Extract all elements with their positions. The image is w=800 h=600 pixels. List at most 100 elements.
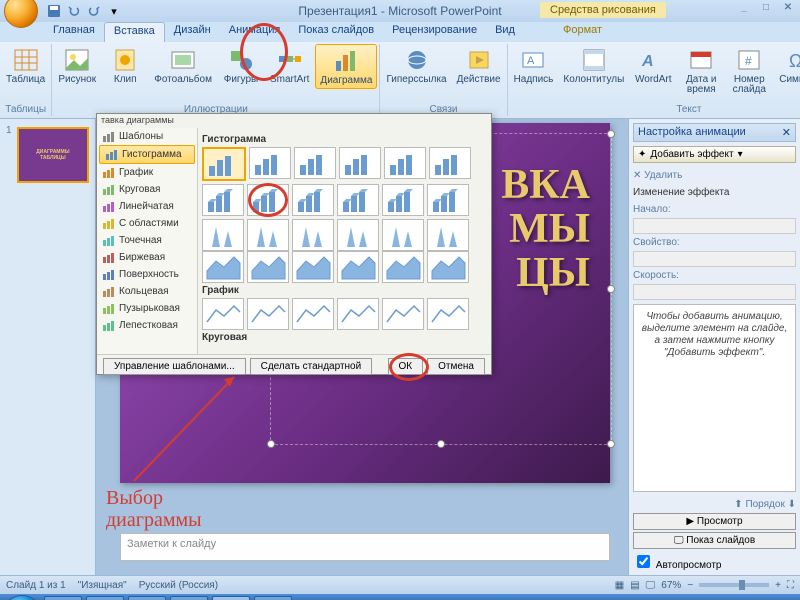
chart-category-item[interactable]: Кольцевая xyxy=(97,283,197,300)
chart-subtype[interactable] xyxy=(247,219,289,251)
chart-subtype[interactable] xyxy=(427,298,469,330)
chart-subtype[interactable] xyxy=(337,219,379,251)
ribbon-таблица[interactable]: Таблица xyxy=(2,44,49,87)
preview-button[interactable]: ▶ Просмотр xyxy=(633,513,796,530)
chart-subtype[interactable] xyxy=(292,184,334,216)
field-property-input[interactable] xyxy=(633,251,796,267)
tab-insert[interactable]: Вставка xyxy=(104,22,165,42)
chart-subtype[interactable] xyxy=(337,298,379,330)
chart-category-item[interactable]: Гистограмма xyxy=(99,145,195,164)
taskbar-firefox[interactable]: 🦊 xyxy=(128,596,166,600)
add-effect-button[interactable]: ✦Добавить эффект ▾ xyxy=(633,146,796,163)
manage-templates-button[interactable]: Управление шаблонами... xyxy=(103,358,246,375)
maximize-button[interactable]: □ xyxy=(758,2,774,16)
chart-category-item[interactable]: Линейчатая xyxy=(97,198,197,215)
taskbar-app1[interactable]: ◉ xyxy=(170,596,208,600)
zoom-slider[interactable] xyxy=(699,583,769,587)
chart-subtype[interactable] xyxy=(202,147,246,181)
chart-subtype[interactable] xyxy=(427,184,469,216)
field-start-input[interactable] xyxy=(633,218,796,234)
view-normal-icon[interactable]: ▦ xyxy=(615,580,624,591)
tab-format[interactable]: Формат xyxy=(554,22,611,42)
chart-category-item[interactable]: Биржевая xyxy=(97,249,197,266)
cancel-button[interactable]: Отмена xyxy=(427,358,485,375)
taskbar-folder[interactable]: 📂 xyxy=(86,596,124,600)
ribbon-надпись[interactable]: AНадпись xyxy=(510,44,558,87)
chart-subtype[interactable] xyxy=(384,147,426,179)
fit-window-icon[interactable]: ⛶ xyxy=(787,580,794,591)
chart-category-item[interactable]: С областями xyxy=(97,215,197,232)
ribbon-дата-и-время[interactable]: Дата ивремя xyxy=(678,44,724,97)
tab-home[interactable]: Главная xyxy=(44,22,104,42)
ribbon-колонтитулы[interactable]: Колонтитулы xyxy=(559,44,628,87)
tab-review[interactable]: Рецензирование xyxy=(383,22,486,42)
chart-category-item[interactable]: График xyxy=(97,164,197,181)
view-slideshow-icon[interactable]: 🖵 xyxy=(646,580,656,591)
pane-close-icon[interactable]: ✕ xyxy=(782,126,791,139)
chart-category-item[interactable]: Лепестковая xyxy=(97,317,197,334)
chart-subtype[interactable] xyxy=(292,298,334,330)
chart-subtype[interactable] xyxy=(247,251,289,283)
taskbar-powerpoint[interactable]: P xyxy=(212,596,250,600)
chart-subtype[interactable] xyxy=(249,147,291,179)
chart-subtype[interactable] xyxy=(382,184,424,216)
chart-category-item[interactable]: Поверхность xyxy=(97,266,197,283)
autopreview-checkbox[interactable]: Автопросмотр xyxy=(633,552,796,571)
chart-subtype[interactable] xyxy=(247,184,289,216)
tab-slideshow[interactable]: Показ слайдов xyxy=(289,22,383,42)
chart-subtype[interactable] xyxy=(202,251,244,283)
chart-subtype[interactable] xyxy=(337,184,379,216)
make-default-button[interactable]: Сделать стандартной xyxy=(250,358,373,375)
view-sorter-icon[interactable]: ▤ xyxy=(630,580,639,591)
tab-view[interactable]: Вид xyxy=(486,22,524,42)
minimize-button[interactable]: _ xyxy=(736,2,752,16)
ok-button[interactable]: ОК xyxy=(388,358,424,375)
chart-subtype[interactable] xyxy=(292,251,334,283)
slide-thumbnail-1[interactable]: ДИАГРАММЫТАБЛИЦЫ xyxy=(17,127,89,183)
chart-subtype[interactable] xyxy=(337,251,379,283)
ribbon-действие[interactable]: Действие xyxy=(453,44,505,87)
chart-category-item[interactable]: Круговая xyxy=(97,181,197,198)
chart-subtype[interactable] xyxy=(292,219,334,251)
chart-subtype[interactable] xyxy=(339,147,381,179)
reorder-buttons[interactable]: ⬆ Порядок ⬇ xyxy=(633,499,796,510)
ribbon-диаграмма[interactable]: Диаграмма xyxy=(315,44,377,89)
zoom-out-icon[interactable]: − xyxy=(687,580,693,591)
chart-subtype[interactable] xyxy=(427,251,469,283)
chart-category-item[interactable]: Шаблоны xyxy=(97,128,197,145)
chart-subtype[interactable] xyxy=(382,298,424,330)
save-icon[interactable] xyxy=(46,3,62,19)
chart-subtype[interactable] xyxy=(429,147,471,179)
ribbon-smartart[interactable]: SmartArt xyxy=(266,44,313,87)
zoom-level[interactable]: 67% xyxy=(661,580,681,591)
chart-subtype[interactable] xyxy=(202,298,244,330)
ribbon-символ[interactable]: ΩСимвол xyxy=(774,44,800,87)
undo-icon[interactable] xyxy=(66,3,82,19)
ribbon-рисунок[interactable]: Рисунок xyxy=(54,44,100,87)
taskbar-explorer[interactable]: 📁 xyxy=(44,596,82,600)
remove-effect-button[interactable]: ✕ Удалить xyxy=(633,170,796,181)
field-speed-input[interactable] xyxy=(633,284,796,300)
chart-subtype[interactable] xyxy=(427,219,469,251)
notes-pane[interactable]: Заметки к слайду xyxy=(120,533,610,561)
chart-subtype[interactable] xyxy=(382,219,424,251)
chart-category-item[interactable]: Точечная xyxy=(97,232,197,249)
chart-subtype[interactable] xyxy=(202,184,244,216)
ribbon-фигуры[interactable]: Фигуры xyxy=(218,44,264,87)
chart-subtype[interactable] xyxy=(382,251,424,283)
chart-subtype[interactable] xyxy=(247,298,289,330)
tab-design[interactable]: Дизайн xyxy=(165,22,220,42)
taskbar-word[interactable]: W xyxy=(254,596,292,600)
ribbon-номер-слайда[interactable]: #Номерслайда xyxy=(726,44,772,97)
start-button[interactable] xyxy=(4,595,40,600)
qat-dropdown-icon[interactable]: ▾ xyxy=(106,3,122,19)
ribbon-гиперссылка[interactable]: Гиперссылка xyxy=(382,44,450,87)
zoom-in-icon[interactable]: + xyxy=(775,580,781,591)
chart-subtype[interactable] xyxy=(202,219,244,251)
ribbon-фотоальбом[interactable]: Фотоальбом xyxy=(150,44,216,87)
ribbon-клип[interactable]: Клип xyxy=(102,44,148,87)
chart-subtype[interactable] xyxy=(294,147,336,179)
slideshow-button[interactable]: 🖵 Показ слайдов xyxy=(633,532,796,549)
chart-category-item[interactable]: Пузырьковая xyxy=(97,300,197,317)
redo-icon[interactable] xyxy=(86,3,102,19)
